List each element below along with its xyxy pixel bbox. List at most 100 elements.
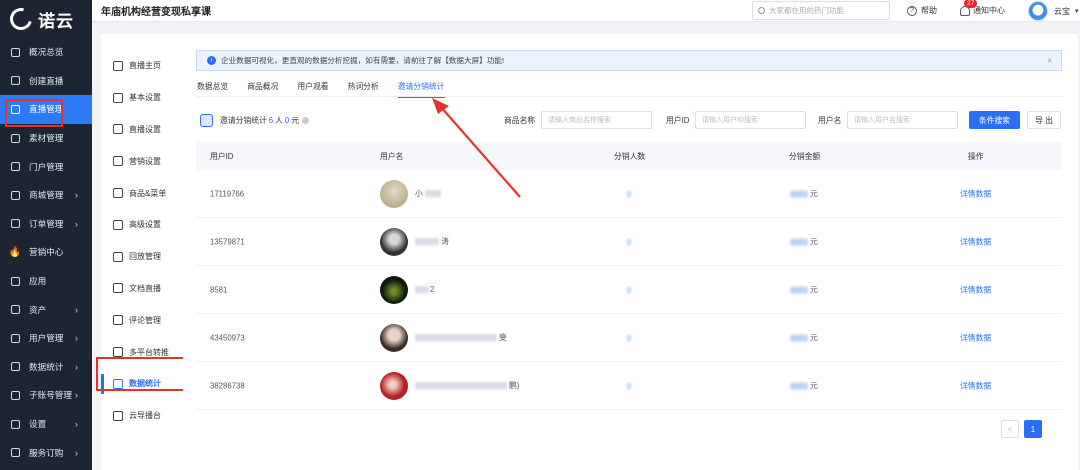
close-icon[interactable]: × — [1047, 56, 1052, 65]
chevron-down-icon: ▾ — [1075, 8, 1079, 15]
sidebar-item-stats[interactable]: 数据统计 › — [0, 353, 92, 382]
portal-icon — [9, 161, 21, 173]
create-live-icon — [9, 75, 21, 87]
distribution-amount-cell: 元 — [790, 284, 818, 295]
annotation-highlight-data-stats — [96, 357, 187, 391]
user-name-cell: 涛 — [380, 227, 449, 256]
comment-icon — [113, 315, 123, 326]
sidebar-item-settings[interactable]: 设置 › — [0, 410, 92, 439]
unit-text: 元 — [810, 333, 818, 342]
user-name-text: 涛 — [441, 237, 449, 246]
detail-link[interactable]: 详情数据 — [960, 284, 991, 295]
subnav-item-cloud-director[interactable]: 云导播台 — [101, 400, 183, 432]
column-user-id: 用户ID — [210, 151, 234, 161]
redacted-text — [424, 190, 441, 197]
avatar — [380, 275, 408, 304]
doc-icon — [113, 283, 123, 294]
sidebar-item-orders[interactable]: 订单管理 › — [0, 210, 92, 239]
pagination-prev-button[interactable]: < — [1001, 420, 1019, 438]
user-name-text: 2 — [430, 285, 435, 294]
detail-link[interactable]: 详情数据 — [960, 188, 991, 199]
sidebar-item-materials[interactable]: 素材管理 — [0, 124, 92, 153]
user-name-cell: 鹏) — [380, 371, 519, 400]
redacted-value — [627, 190, 631, 197]
subnav-item-label: 评论管理 — [129, 315, 161, 325]
avatar — [1028, 1, 1048, 21]
help-icon[interactable] — [302, 117, 310, 124]
stats-icon — [9, 361, 21, 373]
settings-icon — [9, 418, 21, 430]
product-icon — [113, 188, 123, 199]
sidebar-item-label: 子账号管理 — [29, 390, 72, 401]
user-menu[interactable]: 云宝 ▾ — [1028, 1, 1079, 21]
sidebar-item-users[interactable]: 用户管理 › — [0, 324, 92, 353]
redacted-text — [415, 334, 497, 341]
detail-link[interactable]: 详情数据 — [960, 236, 991, 247]
product-name-input[interactable]: 请输入商品名称搜索 — [541, 111, 652, 129]
sidebar-item-label: 素材管理 — [29, 133, 64, 144]
distribution-count-cell — [627, 286, 631, 293]
sidebar-item-subaccount[interactable]: 子账号管理 › — [0, 381, 92, 410]
sidebar-item-assets[interactable]: 资产 › — [0, 295, 92, 324]
distribution-amount-cell: 元 — [790, 236, 818, 247]
detail-link[interactable]: 详情数据 — [960, 380, 991, 391]
subnav-item-label: 多平台转推 — [129, 347, 169, 357]
sidebar-item-shop[interactable]: 商城管理 › — [0, 181, 92, 210]
sidebar-item-label: 设置 — [29, 419, 47, 430]
subnav-item-comments[interactable]: 评论管理 — [101, 304, 183, 336]
sidebar-item-marketing[interactable]: 🔥 营销中心 — [0, 238, 92, 267]
chevron-right-icon: › — [75, 218, 78, 229]
sidebar-item-service[interactable]: 服务订购 › — [0, 438, 92, 467]
sidebar-item-overview[interactable]: 概况总览 — [0, 38, 92, 67]
redacted-text — [415, 286, 429, 293]
sidebar-item-label: 用户管理 — [29, 333, 64, 344]
subnav-item-basic[interactable]: 基本设置 — [101, 82, 183, 114]
help-button[interactable]: ? 帮助 — [907, 5, 937, 16]
subnav-item-products[interactable]: 商品&菜单 — [101, 177, 183, 209]
subnav-item-home[interactable]: 直播主页 — [101, 50, 183, 82]
subnav-item-marketing[interactable]: 营销设置 — [101, 145, 183, 177]
subnav-item-label: 高级设置 — [129, 220, 161, 230]
settings-circle-icon — [113, 124, 123, 135]
redacted-value — [627, 382, 631, 389]
tabs-divider — [197, 96, 1063, 97]
chevron-right-icon: › — [75, 419, 78, 430]
asset-icon — [9, 304, 21, 316]
sidebar-item-portal[interactable]: 门户管理 — [0, 152, 92, 181]
sidebar-item-label: 营销中心 — [29, 247, 64, 258]
apps-icon — [9, 275, 21, 287]
logo[interactable]: 诺云 — [0, 0, 92, 38]
chevron-right-icon: › — [75, 361, 78, 372]
logo-text: 诺云 — [38, 11, 74, 31]
summary-amount-unit: 元 — [291, 116, 300, 125]
info-alert: i 企业数据可视化，更直观的数据分析挖掘，如有需要，请前往了解【数据大屏】功能!… — [196, 50, 1062, 71]
redacted-value — [790, 238, 808, 245]
main-sidebar: 诺云 概况总览 创建直播 直播管理 素材管理 门户管理 商城管理 › 订单管理 › … — [0, 0, 92, 470]
avatar — [380, 179, 408, 208]
unit-text: 元 — [810, 237, 818, 246]
sidebar-item-apps[interactable]: 应用 — [0, 267, 92, 296]
marketing-icon — [113, 156, 123, 167]
search-input[interactable]: 大家都在用的热门功能 — [752, 1, 890, 20]
subnav-item-replay[interactable]: 回放管理 — [101, 241, 183, 273]
user-name-input[interactable]: 请输入用户名搜索 — [847, 111, 958, 129]
search-button[interactable]: 条件搜索 — [969, 111, 1020, 129]
sidebar-item-label: 概况总览 — [29, 47, 64, 58]
subnav-item-advanced[interactable]: 高级设置 — [101, 209, 183, 241]
subnav-item-live-settings[interactable]: 直播设置 — [101, 114, 183, 146]
export-button[interactable]: 导 出 — [1027, 111, 1061, 129]
pagination-page-1[interactable]: 1 — [1024, 420, 1042, 438]
sidebar-item-label: 应用 — [29, 276, 47, 287]
subnav-item-label: 直播主页 — [129, 61, 161, 71]
column-distribution-count: 分销人数 — [614, 151, 646, 161]
unit-text: 元 — [810, 285, 818, 294]
redacted-value — [790, 286, 808, 293]
sidebar-item-create-live[interactable]: 创建直播 — [0, 67, 92, 96]
subnav-item-doc-live[interactable]: 文档直播 — [101, 273, 183, 305]
cloud-icon — [113, 410, 123, 421]
folder-icon — [9, 132, 21, 144]
detail-link[interactable]: 详情数据 — [960, 332, 991, 343]
hexagon-icon — [113, 219, 123, 230]
sidebar-item-label: 数据统计 — [29, 361, 64, 372]
user-id-input[interactable]: 请输入用户ID搜索 — [695, 111, 806, 129]
